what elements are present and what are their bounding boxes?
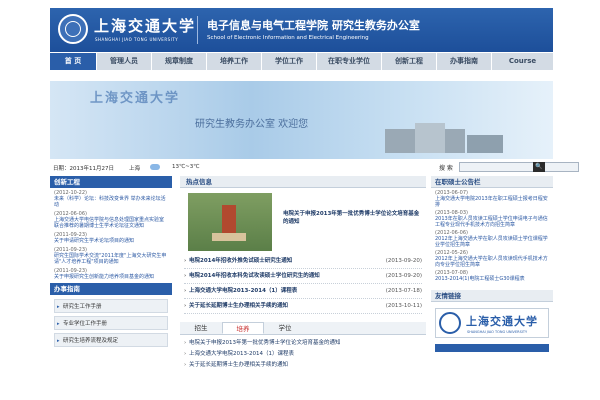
tab-training[interactable]: 培养	[222, 322, 264, 334]
banner-logo: 上海交通大学	[90, 91, 181, 106]
list-item[interactable]: (2013-07-08) 2013-2014(1)电院工程硕士G30课程表	[435, 270, 549, 282]
table-row[interactable]: 上海交通大学电院2013-2014（1）课程表 (2013-07-18)	[184, 284, 422, 299]
weather-city: 上海	[129, 166, 141, 172]
left-column: 创新工程 (2012-10-22) 未来（科学）论坛：科技改变世界 举办未来论坛…	[50, 176, 172, 400]
innovation-list: (2012-10-22) 未来（科学）论坛：科技改变世界 举办未来论坛活动 (2…	[50, 188, 172, 280]
info-bar: 日期：2013年11月27日 上海 13℃~3℃ 搜 索 🔍	[50, 162, 579, 174]
nav-innovation[interactable]: 创新工程	[382, 53, 437, 70]
nav-professional-degree[interactable]: 在职专业学位	[317, 53, 382, 70]
page: 上海交通大学 SHANGHAI JIAO TONG UNIVERSITY 电子信…	[50, 8, 579, 400]
nav-degree[interactable]: 学位工作	[262, 53, 317, 70]
news-tabs: 招生 培养 学位	[180, 322, 426, 335]
nav-regulations[interactable]: 规章制度	[152, 53, 207, 70]
list-item[interactable]: (2012-06-06) 上海交通大学电信学院与信息处理国家重点实验室联合推荐的…	[54, 211, 168, 229]
site-header: 上海交通大学 SHANGHAI JIAO TONG UNIVERSITY 电子信…	[50, 8, 553, 52]
guide-item-professional-handbook[interactable]: 专业学位工作手册	[54, 316, 168, 331]
university-seal-icon	[439, 312, 461, 334]
sjtu-link-logo[interactable]: 上海交通大学 SHANGHAI JIAO TONG UNIVERSITY	[435, 308, 549, 338]
guide-item-training-process[interactable]: 研究生培养流程及规定	[54, 333, 168, 348]
search-label: 搜 索	[439, 165, 453, 172]
list-item[interactable]: (2011-09-23) 关于申报研究生创新能力培养项目基金的通知	[54, 268, 168, 280]
nav-training[interactable]: 培养工作	[207, 53, 262, 70]
list-item[interactable]: 上海交通大学电院2013-2014（1）课程表	[184, 349, 422, 360]
list-item[interactable]: 关于延长延期博士生办理相关手续的通知	[184, 360, 422, 371]
search-input[interactable]	[459, 162, 579, 172]
campus-building-image	[375, 123, 505, 153]
nav-course[interactable]: Course	[492, 53, 553, 70]
weather-temp: 13℃~3℃	[172, 164, 200, 170]
university-logo[interactable]: 上海交通大学 SHANGHAI JIAO TONG UNIVERSITY	[58, 14, 197, 46]
logo-english-name: SHANGHAI JIAO TONG UNIVERSITY	[95, 37, 179, 42]
search-icon[interactable]: 🔍	[533, 162, 545, 172]
header-divider	[197, 16, 198, 44]
tab-content-list: 电院关于申报2013年第一批优秀博士学位论文培育基金的通知 上海交通大学电院20…	[180, 335, 426, 371]
innovation-heading[interactable]: 创新工程	[50, 176, 172, 188]
right-column: 在职硕士公告栏 (2013-06-07) 上海交通大学电院2013年在职工程硕士…	[431, 176, 553, 400]
middle-column: 热点信息 电院关于申报2013年第一批优秀博士学位论文培育基金的通知 电院201…	[180, 176, 426, 400]
feature-title[interactable]: 电院关于申报2013年第一批优秀博士学位论文培育基金的通知	[283, 210, 420, 226]
list-item[interactable]: (2012-06-06) 2012年上海交通大学在职人员攻读硕士学位课程学业学位…	[435, 230, 549, 248]
nav-guide[interactable]: 办事指南	[437, 53, 492, 70]
banner: 上海交通大学 研究生教务办公室 欢迎您	[50, 81, 553, 159]
page-title: 电子信息与电气工程学院 研究生教务办公室	[207, 19, 420, 32]
notice-list: (2013-06-07) 上海交通大学电院2013年在职工程硕士报考日程安排 (…	[431, 188, 553, 286]
tab-admission[interactable]: 招生	[180, 322, 222, 334]
table-row[interactable]: 关于延长延期博士生办理相关手续的通知 (2013-10-11)	[184, 299, 422, 314]
guide-item-handbook[interactable]: 研究生工作手册	[54, 299, 168, 314]
notice-heading[interactable]: 在职硕士公告栏	[431, 176, 553, 188]
table-row[interactable]: 电院2014年招收本科免试攻读硕士学位研究生的通知 (2013-09-20)	[184, 269, 422, 284]
list-item[interactable]: (2013-08-03) 2013年在职人员攻读工程硕士学位申请电子与通信工程专…	[435, 210, 549, 228]
links-heading: 友情链接	[431, 290, 553, 302]
list-item[interactable]: (2011-09-23) 研究生国际学术交流"2011年度"上海交大研究生申请"…	[54, 247, 168, 265]
page-subtitle: School of Electronic Information and Ele…	[207, 35, 369, 41]
list-item[interactable]: (2011-09-23) 关于申请研究生学术论坛项目的通知	[54, 232, 168, 244]
nav-staff[interactable]: 管理人员	[97, 53, 152, 70]
link-banner[interactable]	[435, 344, 549, 352]
guide-heading[interactable]: 办事指南	[50, 283, 172, 295]
logo-chinese-name: 上海交通大学	[94, 17, 197, 35]
friendly-links: 友情链接 上海交通大学 SHANGHAI JIAO TONG UNIVERSIT…	[431, 290, 553, 352]
list-item[interactable]: (2012-10-22) 未来（科学）论坛：科技改变世界 举办未来论坛活动	[54, 190, 168, 208]
feature-image[interactable]	[188, 193, 272, 251]
list-item[interactable]: (2012-05-26) 2012年上海交通大学在职人员攻读现代手机技术方向专业…	[435, 250, 549, 268]
banner-welcome-text: 研究生教务办公室 欢迎您	[195, 119, 309, 130]
guide-list: 研究生工作手册 专业学位工作手册 研究生培养流程及规定	[50, 295, 172, 354]
university-seal-icon	[58, 14, 88, 44]
main-nav: 首 页 管理人员 规章制度 培养工作 学位工作 在职专业学位 创新工程 办事指南…	[50, 53, 553, 70]
table-row[interactable]: 电院2014年招收外推免试硕士研究生通知 (2013-09-20)	[184, 254, 422, 269]
current-date: 日期：2013年11月27日	[53, 166, 114, 172]
nav-home[interactable]: 首 页	[50, 53, 97, 70]
tab-degree[interactable]: 学位	[264, 322, 306, 334]
hot-news-list: 电院2014年招收外推免试硕士研究生通知 (2013-09-20) 电院2014…	[180, 254, 426, 314]
hot-news-heading: 热点信息	[180, 176, 426, 188]
feature-news[interactable]: 电院关于申报2013年第一批优秀博士学位论文培育基金的通知	[180, 188, 426, 254]
list-item[interactable]: (2013-06-07) 上海交通大学电院2013年在职工程硕士报考日程安排	[435, 190, 549, 208]
list-item[interactable]: 电院关于申报2013年第一批优秀博士学位论文培育基金的通知	[184, 338, 422, 349]
cloud-icon	[150, 164, 160, 170]
